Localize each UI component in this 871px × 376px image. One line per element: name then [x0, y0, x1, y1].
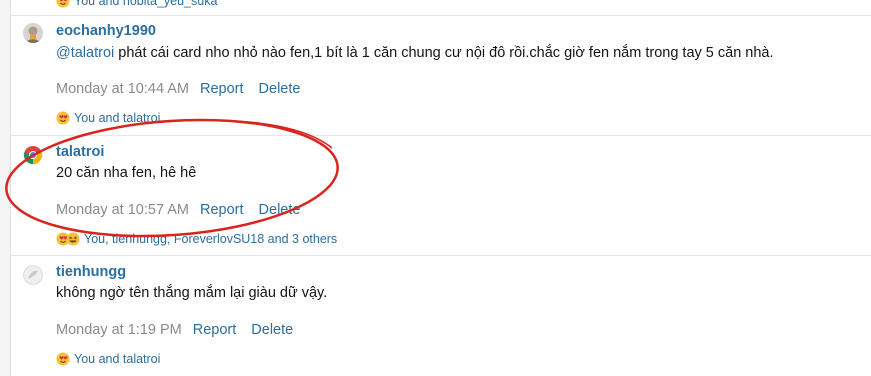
comment-item: talatroi 20 căn nha fen, hê hê Monday at… [10, 136, 871, 256]
delete-link[interactable]: Delete [259, 81, 301, 97]
user-mention[interactable]: @talatroi [56, 45, 114, 61]
comment-item: tienhungg không ngờ tên thắng mắm lại gi… [10, 256, 871, 376]
timestamp[interactable]: Monday at 10:44 AM [56, 81, 189, 97]
comment-meta: Monday at 10:57 AM Report Delete [56, 202, 315, 218]
report-link[interactable]: Report [200, 202, 244, 218]
haha-emoji-icon [66, 232, 80, 246]
username[interactable]: eochanhy1990 [56, 23, 156, 39]
username[interactable]: tienhungg [56, 264, 126, 280]
reactions-text: You, tienhungg, ForeverlovSU18 and 3 oth… [84, 232, 338, 246]
love-emoji-icon [56, 352, 70, 366]
timestamp[interactable]: Monday at 10:57 AM [56, 202, 189, 218]
comment-item: eochanhy1990 @talatroi phát cái card nho… [10, 16, 871, 136]
comment-text: không ngờ tên thắng mắm lại giàu dữ vậy. [56, 285, 328, 301]
delete-link[interactable]: Delete [259, 202, 301, 218]
comment-text: 20 căn nha fen, hê hê [56, 165, 197, 181]
username[interactable]: talatroi [56, 144, 104, 160]
comment-meta: Monday at 1:19 PM Report Delete [56, 322, 308, 338]
delete-link[interactable]: Delete [251, 322, 293, 338]
reactions-text: You and talatroi [74, 111, 161, 125]
reactions-summary[interactable]: You and talatroi [56, 111, 160, 125]
avatar-image [23, 265, 43, 285]
avatar[interactable] [23, 23, 43, 43]
reactions-summary[interactable]: You and nobita_yeu_suka [56, 0, 217, 8]
comment-meta: Monday at 10:44 AM Report Delete [56, 81, 315, 97]
reactions-text: You and talatroi [74, 352, 161, 366]
timestamp[interactable]: Monday at 1:19 PM [56, 322, 182, 338]
avatar-image [23, 23, 43, 43]
chrome-logo-avatar [23, 146, 43, 165]
report-link[interactable]: Report [193, 322, 237, 338]
comment-text-content: phát cái card nho nhỏ nào fen,1 bít là 1… [114, 45, 774, 61]
report-link[interactable]: Report [200, 81, 244, 97]
reactions-summary[interactable]: You and talatroi [56, 352, 160, 366]
avatar[interactable] [23, 145, 43, 165]
avatar[interactable] [23, 265, 43, 285]
love-emoji-icon [56, 0, 70, 8]
love-emoji-icon [56, 111, 70, 125]
reactions-summary[interactable]: You, tienhungg, ForeverlovSU18 and 3 oth… [56, 232, 337, 246]
reactions-text: You and nobita_yeu_suka [74, 0, 218, 8]
comment-text: @talatroi phát cái card nho nhỏ nào fen,… [56, 45, 774, 61]
previous-comment-partial: You and nobita_yeu_suka [10, 0, 871, 16]
